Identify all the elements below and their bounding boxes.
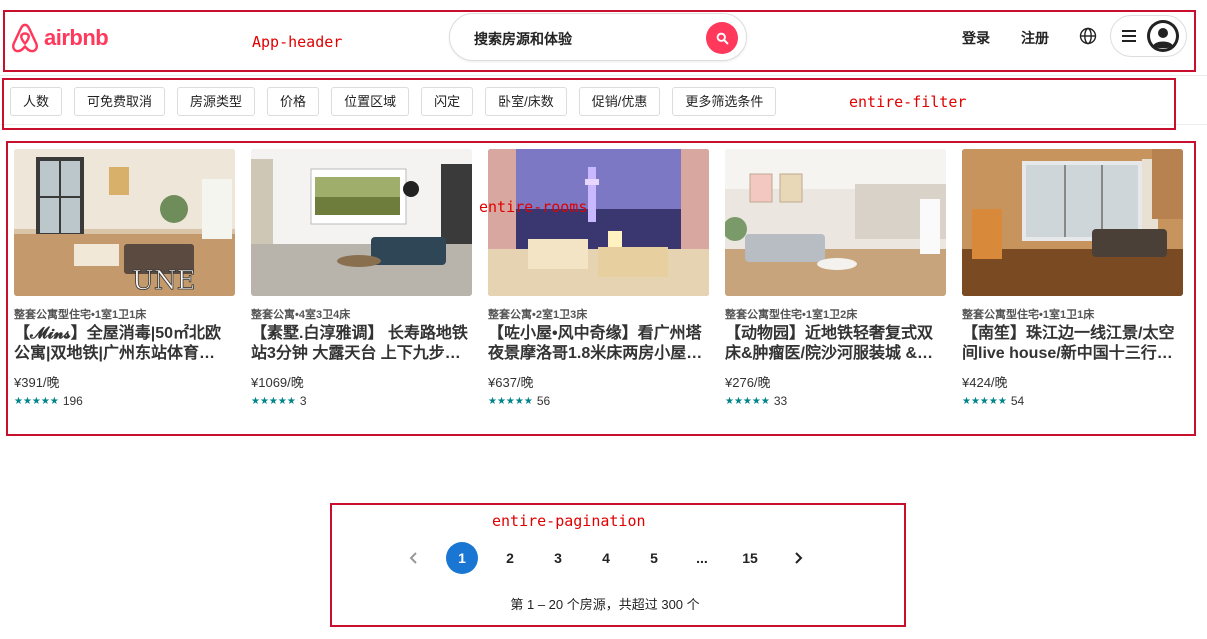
rooms-annotation-box — [6, 141, 1196, 436]
filter-annotation-box — [2, 78, 1176, 130]
header-annotation-box — [3, 10, 1196, 72]
filter-annotation-label: entire-filter — [849, 93, 967, 111]
pagination-annotation-label: entire-pagination — [492, 512, 646, 530]
rooms-annotation-label: entire-rooms — [479, 198, 588, 216]
header-annotation-label: App-header — [252, 33, 343, 51]
